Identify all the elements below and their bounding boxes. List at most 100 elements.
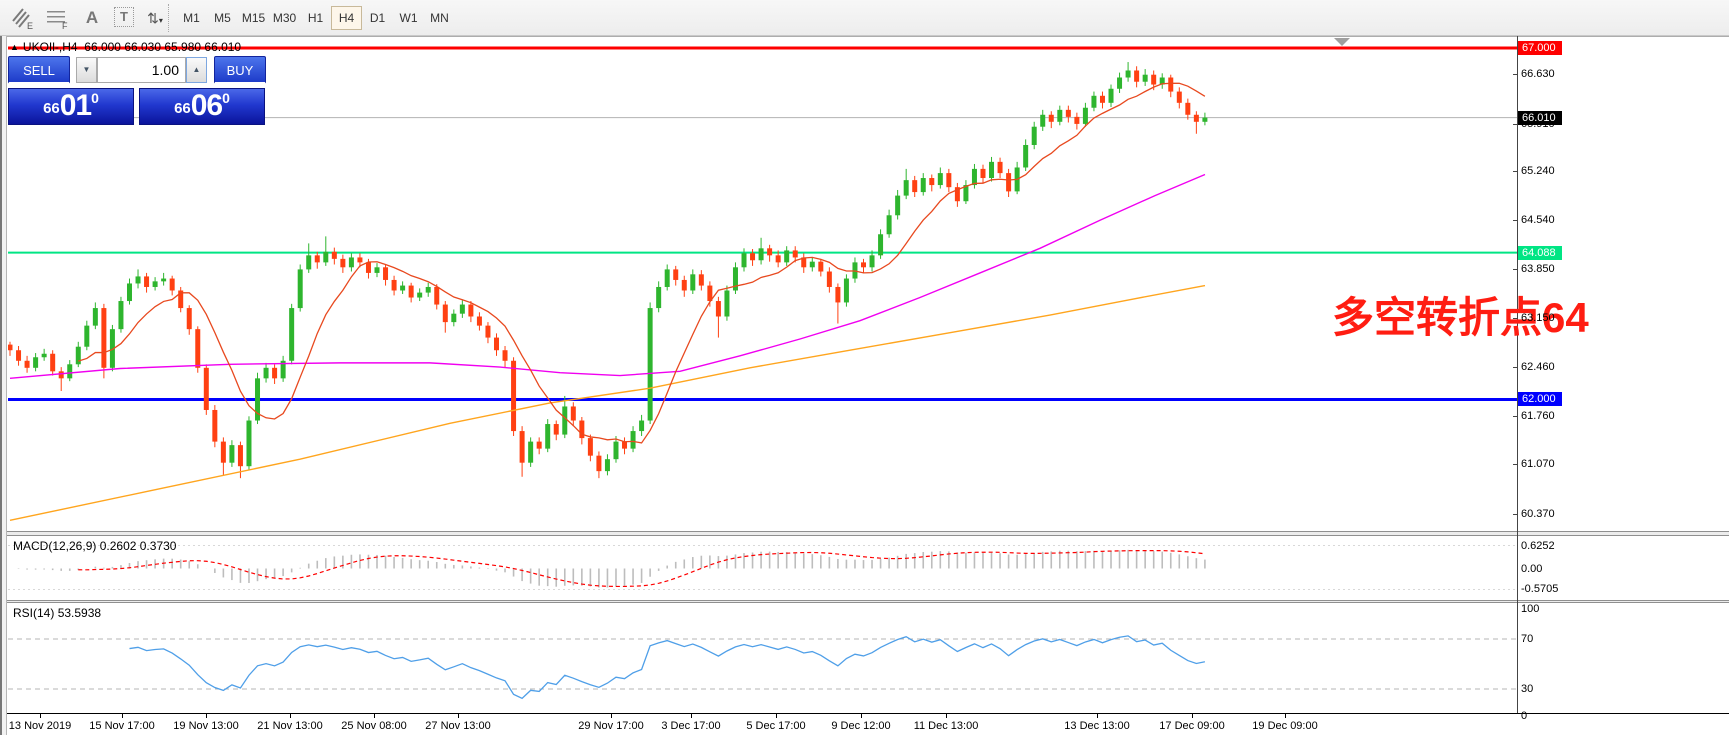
macd-values: 0.2602 0.3730 — [99, 539, 177, 553]
candle-up — [400, 285, 406, 291]
candle-up — [1031, 126, 1037, 145]
candle-up — [741, 253, 747, 268]
candle-down — [826, 271, 832, 287]
volume-decrease-button[interactable]: ▼ — [76, 57, 97, 83]
buy-price-pips: 06 — [190, 89, 223, 122]
candle-up — [33, 357, 39, 368]
candle-down — [1048, 114, 1054, 122]
candle-up — [809, 261, 815, 268]
ma-mid-magenta[interactable] — [9, 173, 1206, 380]
price-tick-mark — [1513, 513, 1517, 515]
candle-up — [1125, 70, 1131, 78]
price-badge-64.088: 64.088 — [1518, 245, 1562, 260]
rsi-axis-label: 0 — [1521, 710, 1528, 722]
candle-down — [1151, 74, 1157, 85]
rsi-axis-label: 30 — [1521, 683, 1534, 695]
candle-down — [587, 438, 593, 456]
candle-up — [289, 308, 295, 361]
candle-up — [374, 267, 380, 273]
collapse-triangle-icon[interactable]: ▲ — [10, 42, 19, 52]
candle-down — [946, 173, 952, 188]
candle-up — [1202, 117, 1208, 122]
candle-down — [1065, 109, 1071, 117]
candle-down — [203, 367, 209, 410]
candle-down — [468, 304, 474, 317]
rsi-value: 53.5938 — [57, 606, 102, 620]
chart-title: ▲ UKOIl-,H4 66.000 66.030 65.980 66.010 — [10, 40, 241, 54]
price-badge-67.000: 67.000 — [1518, 40, 1562, 55]
candle-up — [118, 301, 124, 330]
candle-up — [869, 255, 875, 268]
candle-down — [408, 285, 414, 298]
candle-up — [246, 420, 252, 467]
price-tick-label: 66.630 — [1521, 67, 1555, 80]
candle-down — [434, 286, 440, 305]
buy-price-panel[interactable]: 66060 — [139, 88, 265, 125]
macd-axis-label: -0.5705 — [1521, 583, 1559, 596]
candle-down — [272, 367, 278, 379]
candle-up — [562, 406, 568, 435]
sell-price-pips: 01 — [59, 89, 92, 122]
candle-up — [92, 308, 98, 326]
price-tick-label: 62.460 — [1521, 360, 1555, 373]
candle-down — [357, 257, 363, 263]
macd-axis-label: 0.6252 — [1521, 539, 1555, 552]
macd-histogram[interactable] — [10, 549, 1206, 588]
candle-down — [519, 431, 525, 463]
candle-down — [750, 253, 756, 261]
candle-down — [622, 441, 628, 449]
price-tick-mark — [1513, 124, 1517, 126]
candle-down — [50, 353, 56, 372]
candle-up — [1057, 109, 1063, 122]
candle-up — [989, 161, 995, 179]
buy-price-handle: 66 — [174, 100, 191, 117]
candle-down — [101, 308, 107, 368]
sell-button[interactable]: SELL — [8, 56, 70, 84]
candle-up — [161, 278, 167, 282]
macd-axis-label: 0.00 — [1521, 562, 1543, 575]
candle-up — [297, 269, 303, 309]
candle-up — [451, 313, 457, 323]
candle-up — [417, 292, 423, 298]
chart-shift-triangle-icon[interactable] — [1334, 38, 1350, 46]
candle-down — [1193, 114, 1199, 122]
candle-down — [331, 251, 337, 259]
candle-up — [41, 353, 47, 358]
sell-price-handle: 66 — [43, 100, 60, 117]
rsi-name: RSI(14) — [13, 606, 55, 620]
candle-up — [886, 215, 892, 235]
candle-up — [647, 308, 653, 421]
candle-down — [195, 329, 201, 368]
candle-down — [929, 178, 935, 186]
volume-increase-button[interactable]: ▲ — [186, 57, 207, 83]
candle-up — [656, 286, 662, 309]
candle-down — [314, 255, 320, 263]
candle-up — [895, 195, 901, 216]
candle-down — [775, 255, 781, 263]
price-tick-label: 61.760 — [1521, 409, 1555, 422]
candle-up — [843, 278, 849, 303]
candle-up — [690, 274, 696, 291]
candle-up — [1108, 88, 1114, 103]
rsi-label: RSI(14) 53.5938 — [13, 606, 101, 620]
candle-up — [545, 424, 551, 449]
candle-down — [8, 344, 13, 351]
rsi-axis-label: 70 — [1521, 633, 1534, 645]
price-tick-mark — [1513, 464, 1517, 466]
candle-down — [818, 261, 824, 272]
volume-input[interactable]: 1.00 — [97, 57, 186, 83]
buy-button[interactable]: BUY — [214, 56, 266, 84]
candle-down — [383, 267, 389, 280]
candle-down — [553, 424, 559, 435]
candle-down — [715, 301, 721, 317]
candle-down — [58, 371, 64, 379]
sell-price-panel[interactable]: 66010 — [8, 88, 134, 125]
candle-down — [1168, 77, 1174, 92]
candle-up — [135, 276, 141, 284]
price-tick-label: 64.540 — [1521, 214, 1555, 227]
candle-up — [528, 441, 534, 463]
rsi-axis-label: 100 — [1521, 603, 1540, 615]
price-tick-label: 63.850 — [1521, 262, 1555, 275]
candle-up — [639, 420, 645, 432]
candle-down — [997, 161, 1003, 174]
